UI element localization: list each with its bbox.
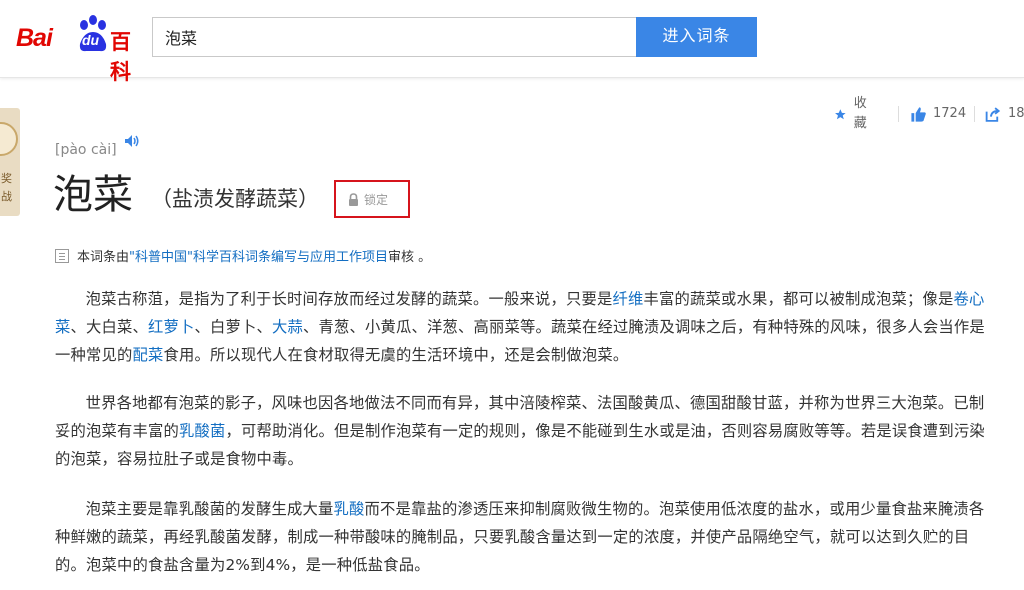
medal-icon <box>0 122 18 156</box>
enter-entry-button[interactable]: 进入词条 <box>636 17 757 57</box>
search-input[interactable] <box>152 17 636 57</box>
thumbs-up-icon <box>911 106 926 122</box>
paragraph-text: 泡菜主要是靠乳酸菌的发酵生成大量 <box>85 500 334 518</box>
paragraph-text: 、白萝卜、 <box>194 318 272 336</box>
paragraph-3: 泡菜主要是靠乳酸菌的发酵生成大量乳酸而不是靠盐的渗透压来抑制腐败微生物的。泡菜使… <box>55 495 995 579</box>
paragraph-text: 泡菜古称菹，是指为了利于长时间存放而经过发酵的蔬菜。一般来说，只要是 <box>85 290 613 308</box>
speaker-icon[interactable] <box>124 134 140 148</box>
inline-term-link[interactable]: 乳酸 <box>334 500 365 518</box>
logo-du-text: du <box>82 32 100 48</box>
review-notice: 本词条由 "科普中国" 科学百科词条编写与应用工作项目 审核 。 <box>55 246 431 265</box>
notice-suffix: 审核 。 <box>388 250 432 265</box>
paragraph-text: 丰富的蔬菜或水果，都可以被制成泡菜；像是 <box>643 290 954 308</box>
paragraph-text: 、大白菜、 <box>70 318 148 336</box>
page-subtitle: （盐渍发酵蔬菜） <box>151 187 319 211</box>
pinyin: [pào cài] <box>55 142 117 158</box>
like-button[interactable]: 1724 <box>910 104 966 124</box>
lock-highlight-box: 锁定 <box>334 180 410 218</box>
page-title: 泡菜 <box>53 172 133 218</box>
baidu-baike-logo[interactable]: Bai du 百科 <box>16 14 146 84</box>
paragraph-1: 泡菜古称菹，是指为了利于长时间存放而经过发酵的蔬菜。一般来说，只要是纤维丰富的蔬… <box>55 285 995 369</box>
star-icon <box>835 108 846 119</box>
share-count: 18 <box>1008 106 1024 121</box>
collect-button[interactable]: 收藏 <box>834 96 872 131</box>
collect-label: 收藏 <box>853 96 867 131</box>
top-header: Bai du 百科 进入词条 <box>0 0 1024 84</box>
toolbar-divider <box>974 106 975 122</box>
logo-baike-text: 百科 <box>110 30 131 84</box>
share-button[interactable]: 18 <box>984 104 1024 124</box>
paragraph-text: 食用。所以现代人在食材取得无虞的生活环境中，还是会制做泡菜。 <box>163 346 629 364</box>
logo-bai-text: Bai <box>16 24 53 52</box>
like-count: 1724 <box>933 106 967 121</box>
notice-prefix: 本词条由 <box>77 250 130 265</box>
share-icon <box>985 106 1001 122</box>
inline-term-link[interactable]: 纤维 <box>613 290 644 308</box>
promo-char-1: 奖 <box>1 172 12 185</box>
inline-term-link[interactable]: 乳酸菌 <box>179 422 226 440</box>
lock-status: 锁定 <box>348 191 388 208</box>
paragraph-2: 世界各地都有泡菜的影子，风味也因各地做法不同而有异，其中涪陵榨菜、法国酸黄瓜、德… <box>55 389 995 473</box>
promo-char-2: 战 <box>1 190 12 203</box>
kepu-china-link[interactable]: "科普中国" <box>129 246 193 265</box>
inline-term-link[interactable]: 红萝卜 <box>148 318 195 336</box>
lock-icon <box>349 193 358 206</box>
science-project-link[interactable]: 科学百科词条编写与应用工作项目 <box>193 246 388 265</box>
inline-term-link[interactable]: 配菜 <box>133 346 164 364</box>
left-promo-tab[interactable]: 奖 战 <box>0 108 20 216</box>
inline-term-link[interactable]: 大蒜 <box>272 318 303 336</box>
lock-label: 锁定 <box>364 193 389 207</box>
document-icon <box>55 248 69 263</box>
toolbar-divider <box>898 106 899 122</box>
